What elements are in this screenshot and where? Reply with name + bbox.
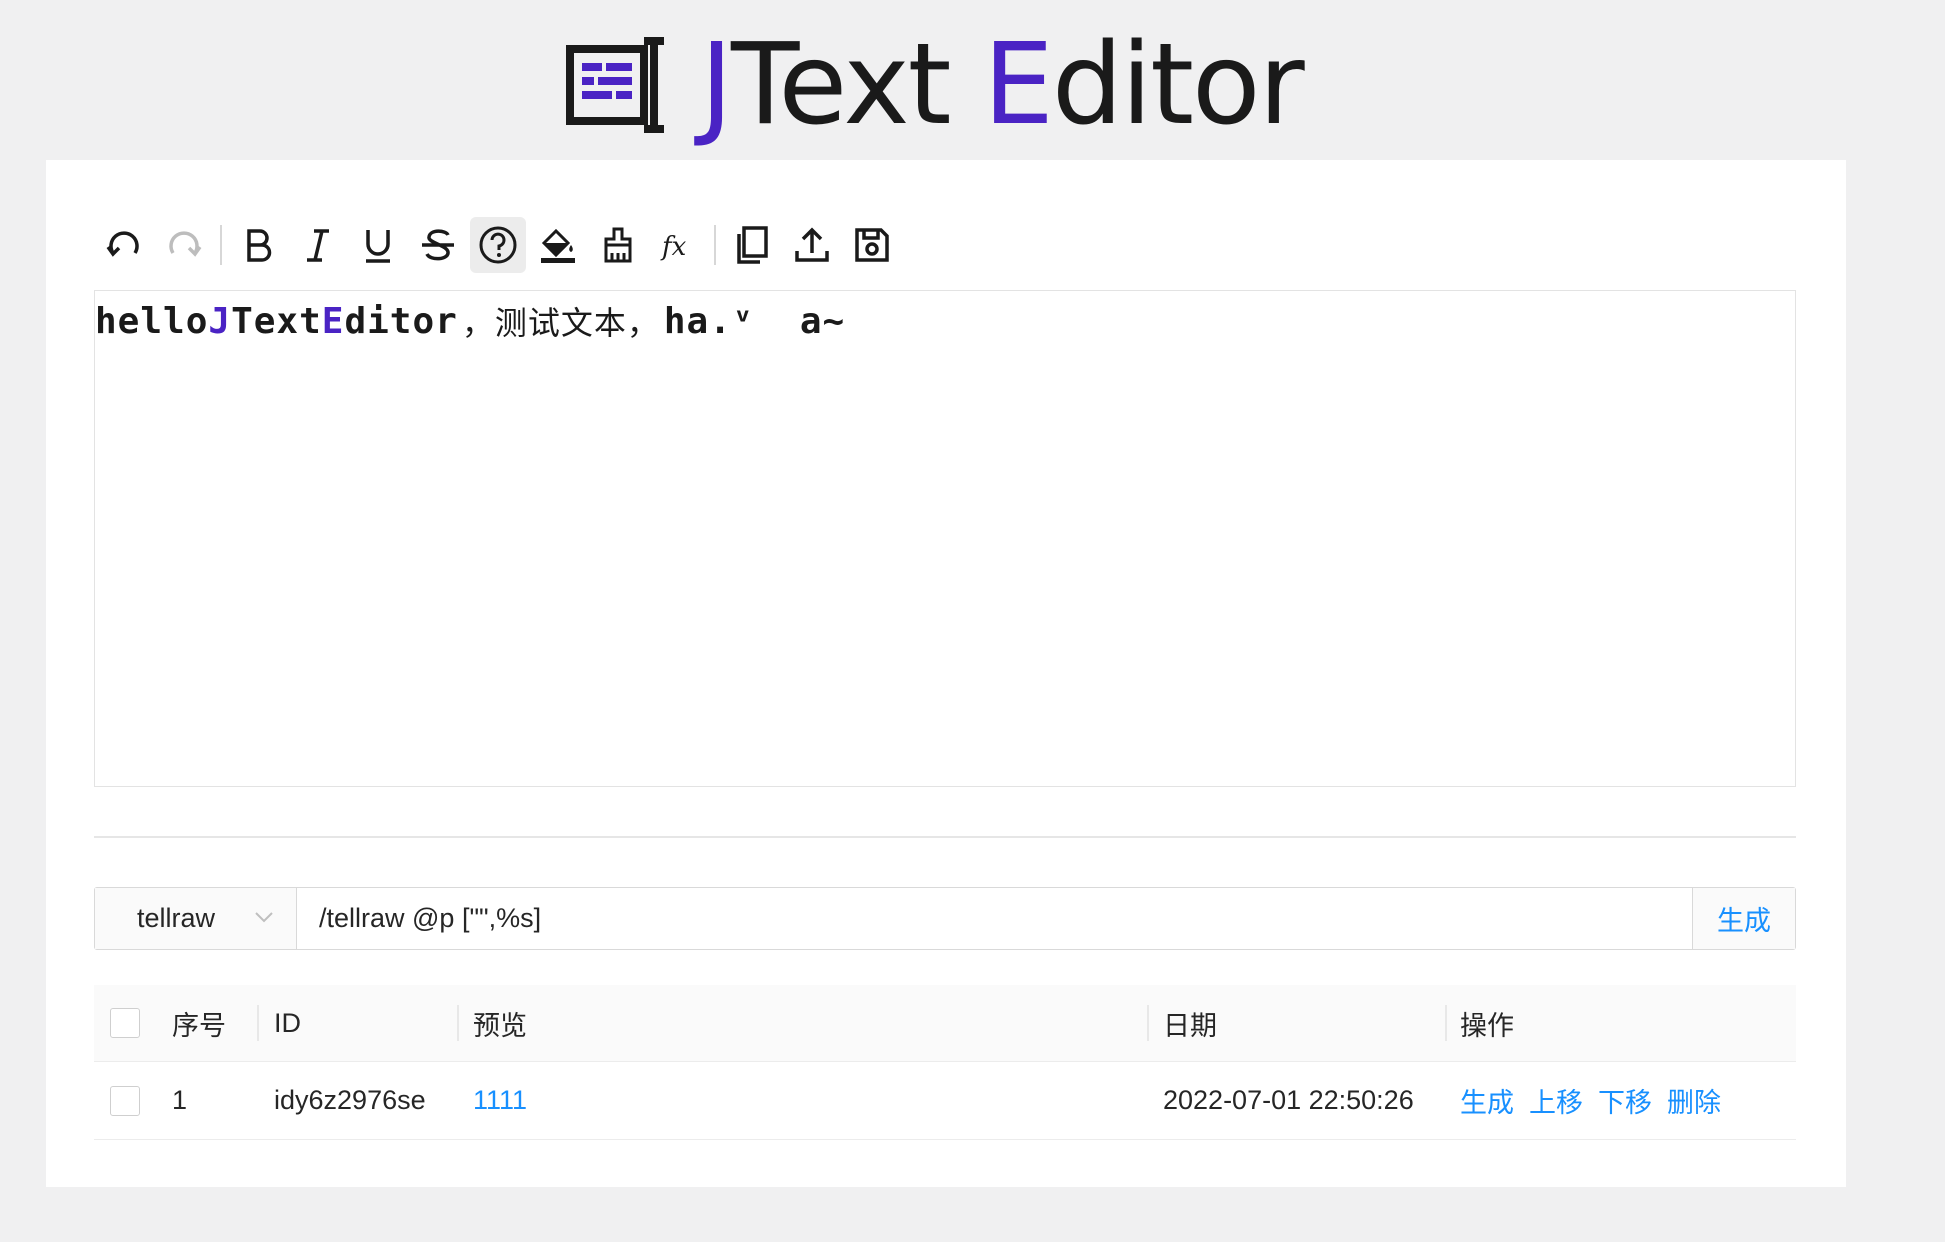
bold-icon (247, 229, 272, 262)
question-circle-icon (479, 226, 517, 264)
column-divider (1147, 1005, 1149, 1041)
upload-icon (795, 227, 829, 262)
header-checkbox-cell (110, 985, 140, 1061)
fill-color-icon (541, 228, 575, 263)
italic-button[interactable] (290, 217, 346, 273)
underline-icon (366, 230, 390, 263)
app-title: JText Editor (700, 29, 1305, 141)
editor-text-segment: J (208, 300, 232, 342)
undo-button[interactable] (96, 217, 152, 273)
obfuscated-button[interactable] (470, 217, 526, 273)
row-move-up-link[interactable]: 上移 (1529, 1081, 1583, 1120)
row-actions: 生成 上移 下移 删除 (1460, 1062, 1736, 1139)
text-editor-icon (566, 37, 664, 133)
header-preview: 预览 (473, 1010, 527, 1042)
editor-text-segment: hello (95, 300, 209, 342)
editor-text-segment: Text (231, 300, 322, 342)
row-delete-link[interactable]: 删除 (1667, 1081, 1721, 1120)
fill-color-button[interactable] (530, 217, 586, 273)
italic-icon (307, 229, 329, 262)
toolbar-divider (220, 225, 222, 265)
strikethrough-button[interactable] (410, 217, 466, 273)
save-icon (855, 228, 889, 262)
redo-button[interactable] (156, 217, 212, 273)
editor-text-segment: E (321, 300, 345, 342)
editor-text-segment: ditor (344, 300, 458, 342)
undo-icon (106, 231, 139, 257)
history-table: 序号 ID 预览 日期 操作 1 idy6z2976se 1111 2022-0… (94, 985, 1796, 1140)
header-id: ID (274, 1007, 301, 1038)
app-logo: JText Editor (566, 29, 1305, 141)
row-generate-link[interactable]: 生成 (1460, 1081, 1514, 1120)
strikethrough-icon (422, 229, 454, 261)
command-type-value: tellraw (137, 903, 216, 933)
title-part: Text (731, 20, 984, 150)
function-button[interactable]: fx (650, 217, 706, 273)
row-checkbox-cell (110, 1062, 140, 1139)
row-preview-link[interactable]: 1111 (473, 1062, 527, 1139)
command-template-input[interactable] (297, 888, 1692, 949)
redo-icon (169, 231, 202, 257)
command-type-select[interactable]: tellraw (95, 888, 297, 949)
column-divider (457, 1005, 459, 1041)
editor-content[interactable]: hello J Text E ditor ，测试文本， ha.ᵛ a~ (95, 293, 845, 349)
row-no: 1 (172, 1085, 188, 1115)
select-all-checkbox[interactable] (110, 1008, 140, 1038)
title-part: J (700, 20, 733, 150)
bold-button[interactable] (230, 217, 286, 273)
row-move-down-link[interactable]: 下移 (1598, 1081, 1652, 1120)
title-part: ditor (1051, 20, 1305, 150)
rich-text-editor[interactable]: hello J Text E ditor ，测试文本， ha.ᵛ a~ (94, 290, 1796, 787)
title-part: E (983, 20, 1054, 150)
function-icon: fx (660, 232, 687, 262)
save-button[interactable] (844, 217, 900, 273)
row-date: 2022-07-01 22:50:26 (1163, 1085, 1414, 1115)
column-divider (1445, 1005, 1447, 1041)
editor-text-segment: ，测试文本， (461, 304, 660, 342)
toolbar-divider (714, 225, 716, 265)
svg-text:fx: fx (660, 232, 687, 262)
underline-button[interactable] (350, 217, 406, 273)
header-no: 序号 (172, 1010, 226, 1042)
editor-card: fx hello J Text E ditor ，测试文本， ha.ᵛ a~ t… (46, 160, 1846, 1187)
editor-text-segment: ha.ᵛ a~ (663, 300, 846, 342)
generate-button[interactable]: 生成 (1692, 888, 1795, 949)
section-divider (94, 836, 1796, 838)
column-divider (257, 1005, 259, 1041)
clear-format-icon (604, 227, 632, 263)
command-input-group: tellraw 生成 (94, 887, 1796, 950)
chevron-down-icon (255, 912, 273, 923)
upload-button[interactable] (784, 217, 840, 273)
header-ops: 操作 (1460, 1010, 1514, 1042)
row-checkbox[interactable] (110, 1085, 140, 1116)
table-header: 序号 ID 预览 日期 操作 (94, 985, 1796, 1062)
table-row: 1 idy6z2976se 1111 2022-07-01 22:50:26 生… (94, 1062, 1796, 1140)
editor-toolbar: fx (96, 215, 904, 275)
copy-icon (737, 226, 768, 264)
clear-format-button[interactable] (590, 217, 646, 273)
header-date: 日期 (1163, 1010, 1217, 1042)
row-id: idy6z2976se (274, 1085, 426, 1115)
copy-button[interactable] (724, 217, 780, 273)
